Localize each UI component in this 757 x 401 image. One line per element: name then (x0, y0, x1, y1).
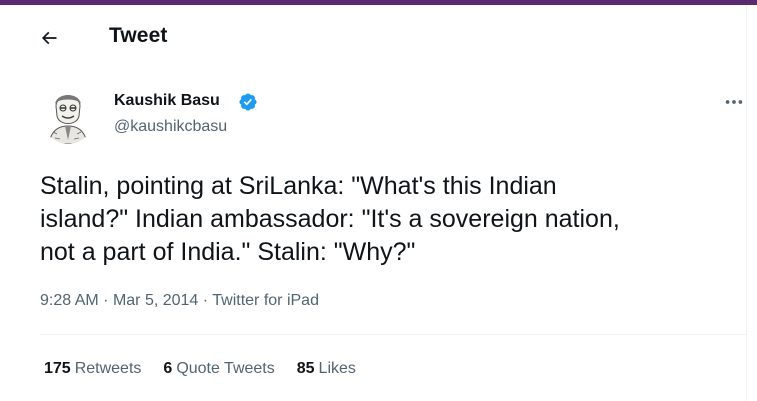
back-button[interactable] (32, 21, 66, 55)
page-title: Tweet (109, 24, 168, 47)
quote-tweets-stat[interactable]: 6 Quote Tweets (163, 360, 274, 378)
divider (40, 334, 746, 335)
retweets-stat[interactable]: 175 Retweets (44, 360, 141, 378)
meta-separator: · (103, 292, 113, 309)
retweets-label: Retweets (74, 360, 142, 377)
quote-tweets-label: Quote Tweets (176, 360, 275, 377)
author-handle[interactable]: @kaushikcbasu (114, 118, 227, 136)
likes-count: 85 (296, 360, 315, 377)
arrow-left-icon (41, 31, 57, 45)
meta-separator: · (202, 292, 213, 309)
column-border (746, 5, 747, 401)
verified-badge-icon (239, 93, 257, 111)
header: Tweet (0, 5, 746, 67)
tweet-source[interactable]: Twitter for iPad (212, 292, 319, 309)
avatar[interactable] (41, 86, 95, 144)
quote-tweets-count: 6 (163, 360, 173, 377)
likes-stat[interactable]: 85 Likes (297, 360, 356, 378)
tweet-time[interactable]: 9:28 AM (40, 292, 99, 309)
more-options-button[interactable] (722, 92, 746, 112)
tweet-date[interactable]: Mar 5, 2014 (113, 292, 198, 309)
tweet-page: Tweet Kaushik Basu @kaushikcbasu Stalin,… (0, 0, 757, 401)
retweets-count: 175 (44, 360, 71, 377)
tweet-meta: 9:28 AM · Mar 5, 2014 · Twitter for iPad (40, 292, 319, 310)
tweet-stats: 175 Retweets 6 Quote Tweets 85 Likes (44, 360, 378, 378)
author-name[interactable]: Kaushik Basu (114, 92, 220, 110)
more-dots-icon (725, 100, 743, 104)
tweet-text: Stalin, pointing at SriLanka: "What's th… (40, 172, 620, 266)
likes-label: Likes (318, 360, 356, 377)
